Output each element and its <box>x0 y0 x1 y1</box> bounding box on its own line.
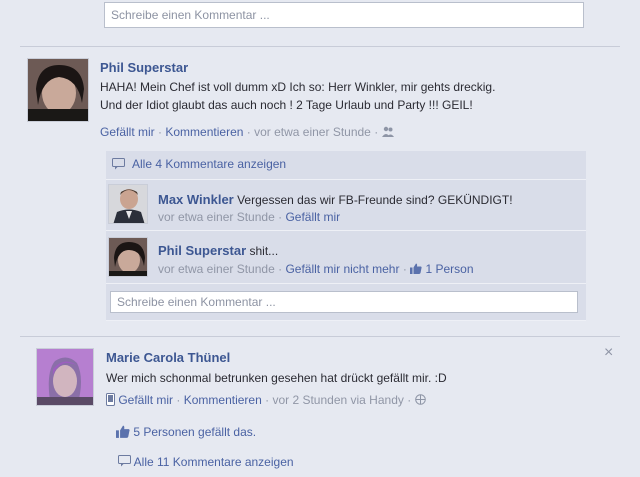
timestamp[interactable]: vor etwa einer Stunde <box>254 125 371 139</box>
show-all-comments-row[interactable]: Alle 11 Kommentare anzeigen <box>118 455 294 470</box>
comment-item: Max Winkler Vergessen das wir FB-Freunde… <box>106 180 586 231</box>
separator: · <box>407 393 412 408</box>
post-actions: Gefällt mir · Kommentieren · vor etwa ei… <box>100 125 394 140</box>
post-text: HAHA! Mein Chef ist voll dumm xD Ich so:… <box>100 80 496 94</box>
avatar[interactable] <box>36 348 94 406</box>
comment-text: Vergessen das wir FB-Freunde sind? GEKÜN… <box>237 193 513 207</box>
comment-link[interactable]: Kommentieren <box>184 393 262 407</box>
timestamp[interactable]: vor etwa einer Stunde <box>158 210 275 224</box>
separator: · <box>176 393 181 408</box>
comment-input[interactable]: Schreibe einen Kommentar ... <box>104 2 584 28</box>
comment-input[interactable]: Schreibe einen Kommentar ... <box>110 291 578 313</box>
avatar[interactable] <box>108 184 148 224</box>
comment-item: Phil Superstar shit... vor etwa einer St… <box>106 231 586 284</box>
comment-link[interactable]: Kommentieren <box>165 125 243 139</box>
separator: · <box>374 125 379 139</box>
separator: · <box>158 125 163 139</box>
comment-author[interactable]: Max Winkler <box>158 192 234 207</box>
separator: · <box>265 393 270 408</box>
mobile-phone-icon <box>106 393 115 409</box>
post-actions: Gefällt mir · Kommentieren · vor 2 Stund… <box>106 393 426 409</box>
show-all-comments-link[interactable]: Alle 4 Kommentare anzeigen <box>132 157 286 171</box>
show-all-comments-link[interactable]: Alle 11 Kommentare anzeigen <box>134 455 294 469</box>
likes-count[interactable]: 5 Personen gefällt das. <box>133 425 256 439</box>
like-link[interactable]: Gefällt mir <box>100 125 155 139</box>
post-divider <box>20 336 620 337</box>
post-author[interactable]: Phil Superstar <box>100 60 188 75</box>
like-link[interactable]: Gefällt mir <box>285 210 340 224</box>
like-link[interactable]: Gefällt mir <box>118 393 173 407</box>
comment-meta: vor etwa einer Stunde · Gefällt mir <box>158 210 340 224</box>
likes-count[interactable]: 1 Person <box>426 262 474 276</box>
thumbs-up-icon <box>116 425 130 441</box>
post-text: Wer mich schonmal betrunken gesehen hat … <box>106 371 447 385</box>
separator: · <box>278 210 283 224</box>
thumbs-up-icon <box>410 263 422 277</box>
unlike-link[interactable]: Gefällt mir nicht mehr <box>285 262 399 276</box>
separator: · <box>246 125 251 139</box>
friends-icon <box>381 126 394 140</box>
comment-bubble-icon <box>118 455 131 470</box>
comment-bubble-icon <box>112 158 125 173</box>
post-divider <box>20 46 620 47</box>
comment-author[interactable]: Phil Superstar <box>158 243 246 258</box>
comment-meta: vor etwa einer Stunde · Gefällt mir nich… <box>158 262 474 277</box>
separator: · <box>278 262 283 276</box>
globe-icon <box>414 394 426 408</box>
post-text: Und der Idiot glaubt das auch noch ! 2 T… <box>100 98 473 112</box>
timestamp[interactable]: vor 2 Stunden via Handy <box>272 393 403 407</box>
post-author[interactable]: Marie Carola Thünel <box>106 350 230 365</box>
timestamp[interactable]: vor etwa einer Stunde <box>158 262 275 276</box>
avatar[interactable] <box>27 58 89 122</box>
comment-body: Phil Superstar shit... <box>158 243 278 258</box>
comment-body: Max Winkler Vergessen das wir FB-Freunde… <box>158 192 513 207</box>
avatar[interactable] <box>108 237 148 277</box>
separator: · <box>402 262 407 276</box>
comment-input-row: Schreibe einen Kommentar ... <box>106 284 586 321</box>
comment-text: shit... <box>249 244 279 258</box>
show-all-comments-row[interactable]: Alle 4 Kommentare anzeigen <box>106 151 586 180</box>
close-icon[interactable]: × <box>604 344 613 362</box>
likes-summary: 5 Personen gefällt das. <box>116 425 256 441</box>
